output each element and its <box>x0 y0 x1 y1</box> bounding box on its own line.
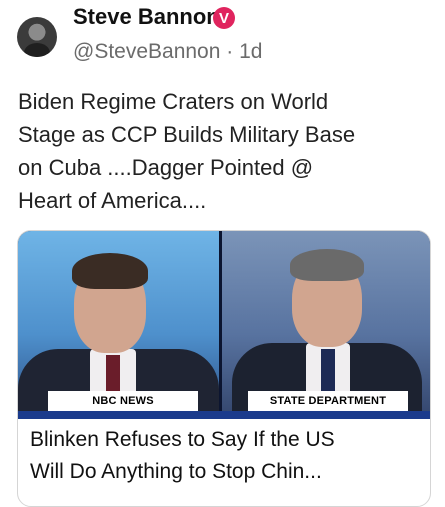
nbc-news-caption: NBC NEWS <box>48 391 198 411</box>
news-ticker-strip <box>18 411 430 419</box>
link-preview-card[interactable]: NBC NEWS STATE DEPARTMENT Blinken Refuse… <box>17 230 431 507</box>
post-text-line: Biden Regime Craters on World <box>18 89 329 114</box>
post-text-line: on Cuba ....Dagger Pointed @ <box>18 155 314 180</box>
author-name[interactable]: Steve Bannon <box>73 4 220 30</box>
post-text-line: Heart of America.... <box>18 188 207 213</box>
post-text-line: Stage as CCP Builds Military Base <box>18 122 356 147</box>
headline-line: Blinken Refuses to Say If the US <box>30 428 335 451</box>
verified-badge-icon: V <box>213 7 235 29</box>
author-handle-time: @SteveBannon · 1d <box>73 40 263 63</box>
avatar[interactable] <box>17 17 57 57</box>
link-headline[interactable]: Blinken Refuses to Say If the US Will Do… <box>30 424 422 488</box>
headline-line: Will Do Anything to Stop Chin... <box>30 460 322 483</box>
video-thumbnail[interactable]: NBC NEWS STATE DEPARTMENT <box>18 231 430 419</box>
post-header: Steve Bannon V @SteveBannon · 1d <box>0 0 445 80</box>
post-text: Biden Regime Craters on World Stage as C… <box>18 85 428 217</box>
state-department-caption: STATE DEPARTMENT <box>248 391 408 411</box>
